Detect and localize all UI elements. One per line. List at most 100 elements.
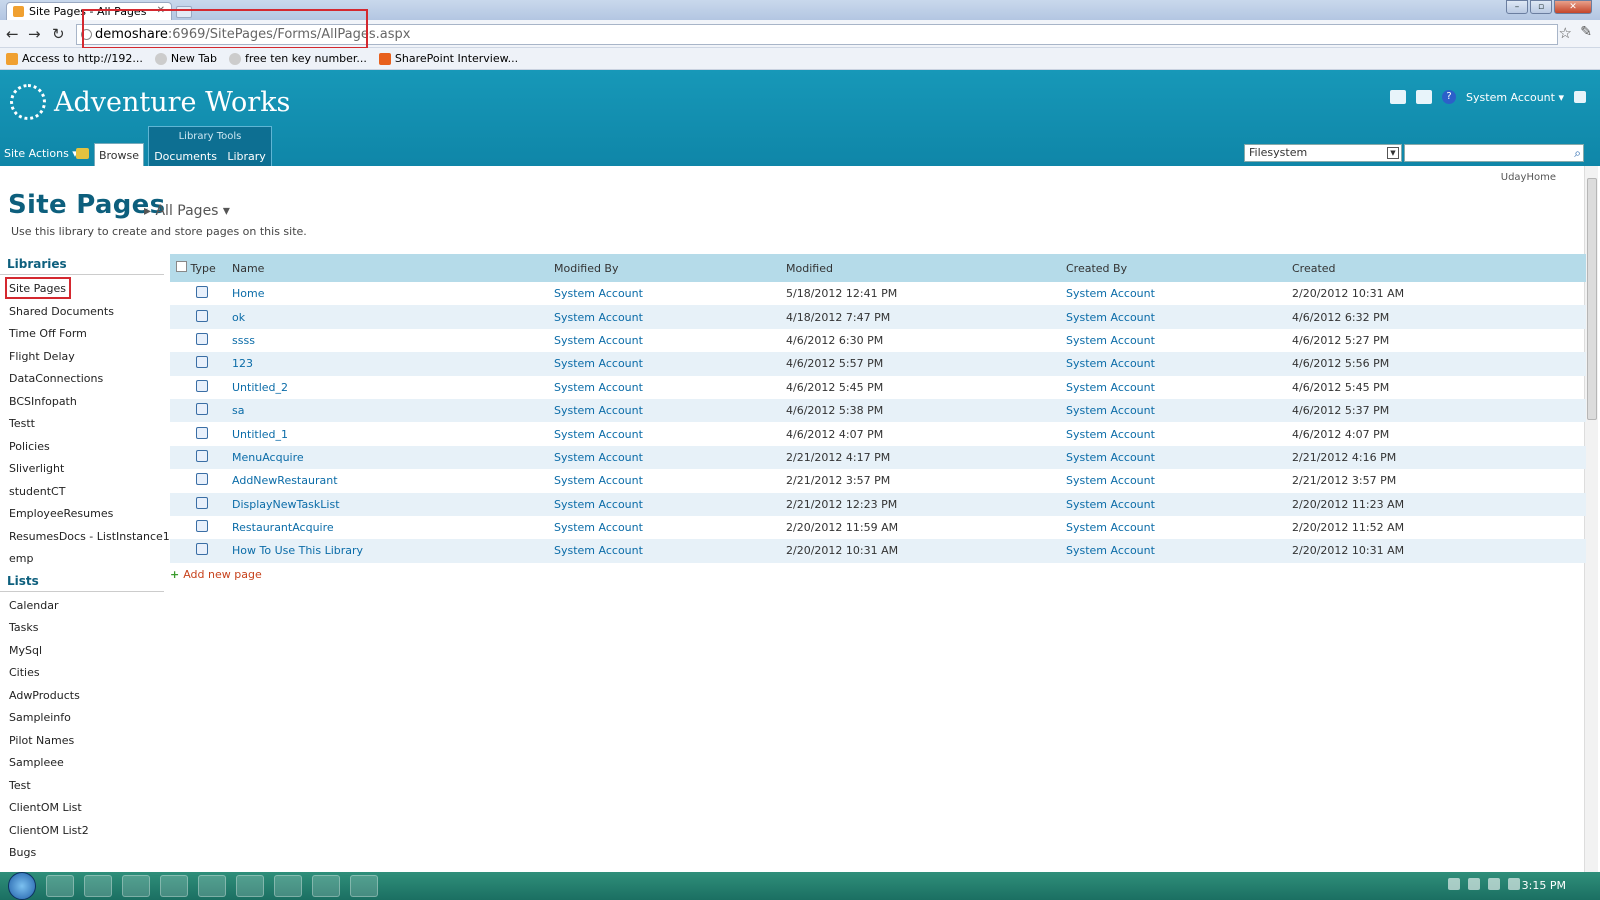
start-button[interactable] xyxy=(8,872,36,900)
taskbar-explorer-icon[interactable] xyxy=(84,875,112,897)
row-name-link[interactable]: MenuAcquire xyxy=(232,451,304,464)
row-name-link[interactable]: RestaurantAcquire xyxy=(232,521,334,534)
add-new-page-link[interactable]: + Add new page xyxy=(170,568,262,581)
sidebar-item-list[interactable]: Sampleinfo xyxy=(0,707,164,730)
row-created-by-link[interactable]: System Account xyxy=(1066,311,1155,324)
row-created-by-link[interactable]: System Account xyxy=(1066,544,1155,557)
search-input[interactable]: ⌕ xyxy=(1404,144,1584,162)
home-link[interactable]: UdayHome xyxy=(1501,172,1556,183)
table-row[interactable]: 123 System Account 4/6/2012 5:57 PM System … xyxy=(170,352,1586,376)
row-created-by-link[interactable]: System Account xyxy=(1066,357,1155,370)
sidebar-item-library[interactable]: BCSInfopath xyxy=(0,391,164,414)
row-modified-by-link[interactable]: System Account xyxy=(554,544,643,557)
row-created-by-link[interactable]: System Account xyxy=(1066,521,1155,534)
col-created[interactable]: Created xyxy=(1286,254,1586,282)
table-row[interactable]: Untitled_1 System Account 4/6/2012 4:07 PM… xyxy=(170,422,1586,445)
col-modified-by[interactable]: Modified By xyxy=(548,254,780,282)
row-modified-by-link[interactable]: System Account xyxy=(554,428,643,441)
minimize-button[interactable]: – xyxy=(1506,0,1528,14)
row-created-by-link[interactable]: System Account xyxy=(1066,381,1155,394)
tags-icon[interactable] xyxy=(1390,90,1407,104)
row-name-link[interactable]: 123 xyxy=(232,357,253,370)
site-logo[interactable]: Adventure Works xyxy=(10,84,290,120)
page-title[interactable]: Site Pages xyxy=(8,190,165,220)
row-modified-by-link[interactable]: System Account xyxy=(554,334,643,347)
sidebar-item-list[interactable]: Tasks xyxy=(0,617,164,640)
select-all-checkbox[interactable] xyxy=(176,261,187,272)
taskbar-messenger-icon[interactable] xyxy=(198,875,226,897)
sidebar-item-list[interactable]: Test xyxy=(0,775,164,798)
table-row[interactable]: AddNewRestaurant System Account 2/21/2012 … xyxy=(170,469,1586,492)
table-row[interactable]: sa System Account 4/6/2012 5:38 PM System A… xyxy=(170,398,1586,423)
table-row[interactable]: ok System Account 4/18/2012 7:47 PM System … xyxy=(170,305,1586,329)
table-row[interactable]: ssss System Account 4/6/2012 6:30 PM System… xyxy=(170,329,1586,352)
taskbar-outlook-icon[interactable] xyxy=(160,875,188,897)
bookmark-item[interactable]: New Tab xyxy=(154,51,217,66)
sidebar-item-list[interactable]: Sampleee xyxy=(0,752,164,775)
taskbar-clock[interactable]: 3:15 PM xyxy=(1522,879,1566,892)
row-name-link[interactable]: sa xyxy=(232,404,244,417)
tray-network-icon[interactable] xyxy=(1488,878,1500,890)
taskbar-notepad-icon[interactable] xyxy=(350,875,378,897)
row-created-by-link[interactable]: System Account xyxy=(1066,498,1155,511)
tab-library[interactable]: Library xyxy=(227,150,265,163)
row-modified-by-link[interactable]: System Account xyxy=(554,357,643,370)
maximize-button[interactable]: ▫ xyxy=(1530,0,1552,14)
libraries-heading[interactable]: Libraries xyxy=(0,254,164,275)
tray-volume-icon[interactable] xyxy=(1508,878,1520,890)
row-name-link[interactable]: Untitled_2 xyxy=(232,381,288,394)
site-actions-menu[interactable]: Site Actions ▾ xyxy=(4,147,78,160)
row-modified-by-link[interactable]: System Account xyxy=(554,521,643,534)
row-name-link[interactable]: Home xyxy=(232,287,264,300)
table-row[interactable]: Untitled_2 System Account 4/6/2012 5:45 PM… xyxy=(170,376,1586,399)
scrollbar-thumb[interactable] xyxy=(1587,178,1597,420)
taskbar-chrome-icon[interactable] xyxy=(274,875,302,897)
table-row[interactable]: DisplayNewTaskList System Account 2/21/201… xyxy=(170,492,1586,516)
row-name-link[interactable]: AddNewRestaurant xyxy=(232,474,338,487)
tray-arrow-icon[interactable] xyxy=(1448,878,1460,890)
table-row[interactable]: How To Use This Library System Account 2/2… xyxy=(170,539,1586,563)
row-name-link[interactable]: DisplayNewTaskList xyxy=(232,498,340,511)
sidebar-item-list[interactable]: Bugs xyxy=(0,842,164,865)
sidebar-item-library[interactable]: DataConnections xyxy=(0,368,164,391)
sidebar-item-library[interactable]: Sliverlight xyxy=(0,458,164,481)
sidebar-item-list[interactable]: Cities xyxy=(0,662,164,685)
row-modified-by-link[interactable]: System Account xyxy=(554,474,643,487)
sidebar-item-library[interactable]: ResumesDocs - ListInstance1 xyxy=(0,526,170,549)
back-icon[interactable]: ← xyxy=(6,25,19,43)
row-name-link[interactable]: ssss xyxy=(232,334,255,347)
search-icon[interactable]: ⌕ xyxy=(1574,146,1581,161)
tray-flag-icon[interactable] xyxy=(1468,878,1480,890)
row-modified-by-link[interactable]: System Account xyxy=(554,381,643,394)
sync-icon[interactable] xyxy=(1574,91,1586,103)
row-created-by-link[interactable]: System Account xyxy=(1066,428,1155,441)
wrench-icon[interactable]: ✎ xyxy=(1580,24,1592,40)
row-modified-by-link[interactable]: System Account xyxy=(554,311,643,324)
row-modified-by-link[interactable]: System Account xyxy=(554,498,643,511)
notes-icon[interactable] xyxy=(1416,90,1433,104)
close-window-button[interactable]: ✕ xyxy=(1554,0,1592,14)
col-modified[interactable]: Modified xyxy=(780,254,1060,282)
lists-heading[interactable]: Lists xyxy=(0,571,164,592)
search-scope-select[interactable]: Filesystem ▼ xyxy=(1244,144,1402,162)
bookmark-item[interactable]: Access to http://192... xyxy=(6,51,143,66)
sidebar-item-list[interactable]: ClientOM List xyxy=(0,797,164,820)
sidebar-item-list[interactable]: Pilot Names xyxy=(0,730,164,753)
bookmark-item[interactable]: free ten key number... xyxy=(229,51,367,66)
sidebar-item-library[interactable]: EmployeeResumes xyxy=(0,503,164,526)
tab-browse[interactable]: Browse xyxy=(94,143,144,166)
bookmark-item[interactable]: SharePoint Interview... xyxy=(378,51,518,66)
row-modified-by-link[interactable]: System Account xyxy=(554,451,643,464)
taskbar-ie-icon[interactable] xyxy=(46,875,74,897)
row-name-link[interactable]: How To Use This Library xyxy=(232,544,363,557)
col-name[interactable]: Name xyxy=(226,254,548,282)
row-created-by-link[interactable]: System Account xyxy=(1066,334,1155,347)
col-created-by[interactable]: Created By xyxy=(1060,254,1286,282)
table-row[interactable]: MenuAcquire System Account 2/21/2012 4:17 … xyxy=(170,445,1586,470)
reload-icon[interactable]: ↻ xyxy=(52,25,65,43)
sidebar-item-library[interactable]: Time Off Form xyxy=(0,323,164,346)
page-scrollbar[interactable] xyxy=(1584,166,1598,872)
sidebar-item-library[interactable]: studentCT xyxy=(0,481,164,504)
tab-documents[interactable]: Documents xyxy=(154,150,217,163)
row-created-by-link[interactable]: System Account xyxy=(1066,474,1155,487)
